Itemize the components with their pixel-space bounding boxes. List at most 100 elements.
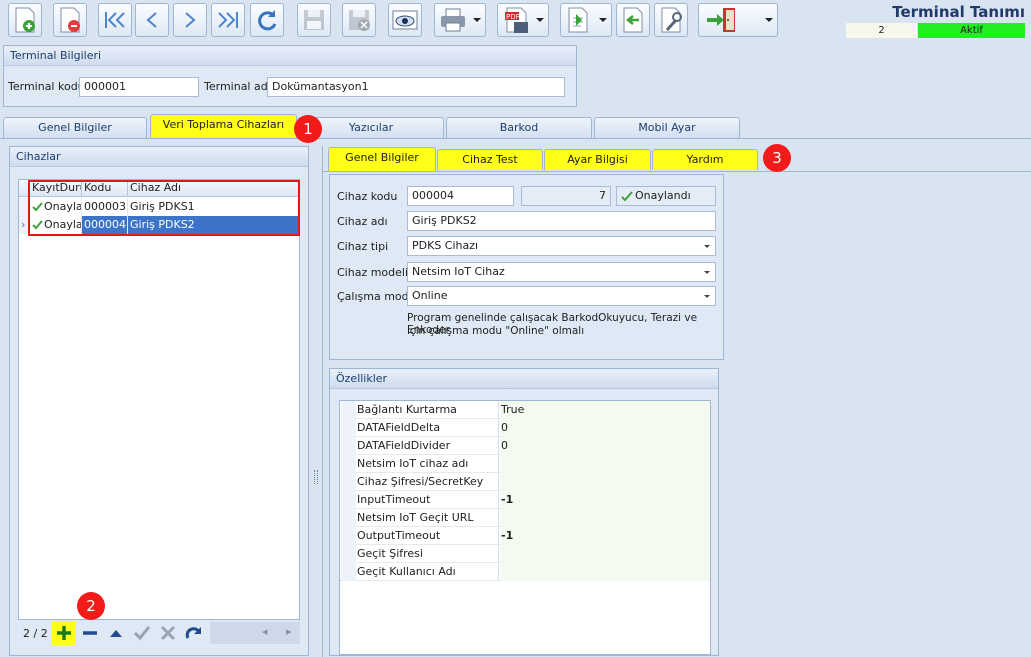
subtab-general-info[interactable]: Genel Bilgiler [328, 147, 436, 171]
previous-record-button[interactable] [135, 3, 169, 37]
property-row[interactable]: OutputTimeout -1 [341, 527, 710, 545]
chevron-down-icon [704, 271, 710, 274]
remove-row-button[interactable] [79, 622, 101, 644]
last-record-button[interactable] [211, 3, 245, 37]
chevron-down-icon [536, 18, 544, 22]
tab-mobile-settings[interactable]: Mobil Ayar [594, 117, 740, 138]
approval-status: Onaylandı [616, 186, 716, 206]
tab-general-info[interactable]: Genel Bilgiler [3, 117, 147, 138]
checkmark-icon [621, 191, 633, 202]
device-sequence-field: 7 [521, 186, 611, 206]
subtab-help[interactable]: Yardım [652, 149, 758, 170]
next-record-button[interactable] [173, 3, 207, 37]
device-model-label: Cihaz modeli [337, 266, 409, 279]
refresh-icon [258, 10, 277, 31]
settings-button[interactable] [654, 3, 688, 37]
property-row[interactable]: Geçit Şifresi [341, 545, 710, 563]
tab-barcode[interactable]: Barkod [446, 117, 592, 138]
window-title: Terminal Tanımı [892, 3, 1025, 21]
export-button[interactable] [560, 3, 612, 37]
highlight-frame [28, 180, 300, 236]
last-icon [218, 12, 238, 28]
splitter-handle[interactable] [314, 470, 318, 484]
check-icon [133, 626, 151, 641]
property-row[interactable]: Bağlantı Kurtarma True [341, 401, 710, 419]
add-row-button[interactable] [53, 622, 75, 644]
import-document-icon [623, 7, 643, 33]
property-row[interactable]: Geçit Kullanıcı Adı [341, 563, 710, 581]
subtab-settings-info[interactable]: Ayar Bilgisi [544, 149, 651, 170]
refresh-grid-button[interactable] [183, 622, 205, 644]
cancel-changes-button[interactable] [342, 3, 376, 37]
pager-text: 2 / 2 [23, 627, 48, 640]
terminal-name-label: Terminal adı [204, 80, 271, 93]
svg-text:PDF: PDF [506, 13, 520, 21]
device-name-field[interactable]: Giriş PDKS2 [407, 211, 716, 231]
chevron-down-icon [704, 295, 710, 298]
plus-icon [57, 626, 71, 640]
property-row[interactable]: Cihaz Şifresi/SecretKey [341, 473, 710, 491]
work-mode-note-2: için çalışma modu "Online" olmalı [407, 325, 585, 337]
horizontal-scrollbar[interactable]: ◂ ▸ [210, 622, 300, 644]
pdf-icon: PDF [505, 7, 528, 33]
save-icon [304, 10, 324, 30]
preview-eye-icon [392, 10, 418, 30]
move-up-button[interactable] [105, 622, 127, 644]
redo-arrow-icon [185, 627, 201, 639]
subtab-device-test[interactable]: Cihaz Test [437, 149, 543, 170]
exit-button[interactable] [698, 3, 778, 37]
exit-door-icon [707, 8, 735, 32]
export-pdf-button[interactable]: PDF [497, 3, 549, 37]
new-record-button[interactable] [8, 3, 42, 37]
subtab-strip-line [322, 171, 1031, 172]
work-mode-select[interactable]: Online [407, 286, 716, 306]
terminal-code-field[interactable]: 000001 [79, 77, 199, 97]
printer-icon [441, 8, 465, 32]
wrench-icon [661, 7, 682, 33]
terminal-name-field[interactable]: Dokümantasyon1 [267, 77, 565, 97]
new-document-icon [15, 7, 35, 33]
property-grid-empty-area [339, 581, 711, 655]
previous-icon [146, 12, 157, 28]
scroll-left-icon[interactable]: ◂ [262, 625, 268, 638]
delete-record-button[interactable] [53, 3, 87, 37]
property-row[interactable]: DATAFieldDivider 0 [341, 437, 710, 455]
device-code-label: Cihaz kodu [337, 190, 398, 203]
export-document-icon [568, 7, 588, 33]
devices-grid: KayıtDurumu Kodu Cihaz Adı Onaylandı 000… [18, 179, 300, 620]
device-code-field[interactable]: 000004 [407, 186, 514, 206]
tab-data-collection-devices[interactable]: Veri Toplama Cihazları [150, 114, 297, 138]
minus-icon [83, 631, 97, 635]
refresh-button[interactable] [250, 3, 284, 37]
device-type-select[interactable]: PDKS Cihazı [407, 236, 716, 256]
record-number: 2 [846, 23, 917, 38]
device-form: Cihaz kodu 000004 7 Onaylandı Cihaz adı … [329, 174, 724, 360]
apply-edit-button[interactable] [131, 622, 153, 644]
chevron-down-icon [599, 18, 607, 22]
device-model-select[interactable]: Netsim IoT Cihaz [407, 262, 716, 282]
next-icon [185, 12, 196, 28]
tab-strip-line [0, 138, 1031, 139]
print-button[interactable] [434, 3, 486, 37]
property-row[interactable]: DATAFieldDelta 0 [341, 419, 710, 437]
property-row[interactable]: Netsim IoT cihaz adı [341, 455, 710, 473]
properties-title: Özellikler [330, 369, 718, 389]
property-grid: Bağlantı Kurtarma True DATAFieldDelta 0 DA… [339, 400, 711, 581]
terminal-code-label: Terminal kodu [8, 80, 85, 93]
work-mode-label: Çalışma modu [337, 290, 416, 303]
import-button[interactable] [616, 3, 650, 37]
first-record-button[interactable] [98, 3, 132, 37]
x-icon [160, 625, 176, 641]
device-name-label: Cihaz adı [337, 215, 388, 228]
callout-1: 1 [294, 115, 322, 143]
save-cancel-icon [349, 10, 370, 31]
status-badge: Aktif [918, 23, 1025, 38]
save-button[interactable] [297, 3, 331, 37]
cancel-edit-button[interactable] [157, 622, 179, 644]
scroll-right-icon[interactable]: ▸ [286, 625, 292, 638]
property-row[interactable]: Netsim IoT Geçit URL [341, 509, 710, 527]
callout-3: 3 [763, 144, 791, 172]
preview-button[interactable] [388, 3, 422, 37]
property-row[interactable]: InputTimeout -1 [341, 491, 710, 509]
triangle-up-icon [110, 630, 122, 637]
